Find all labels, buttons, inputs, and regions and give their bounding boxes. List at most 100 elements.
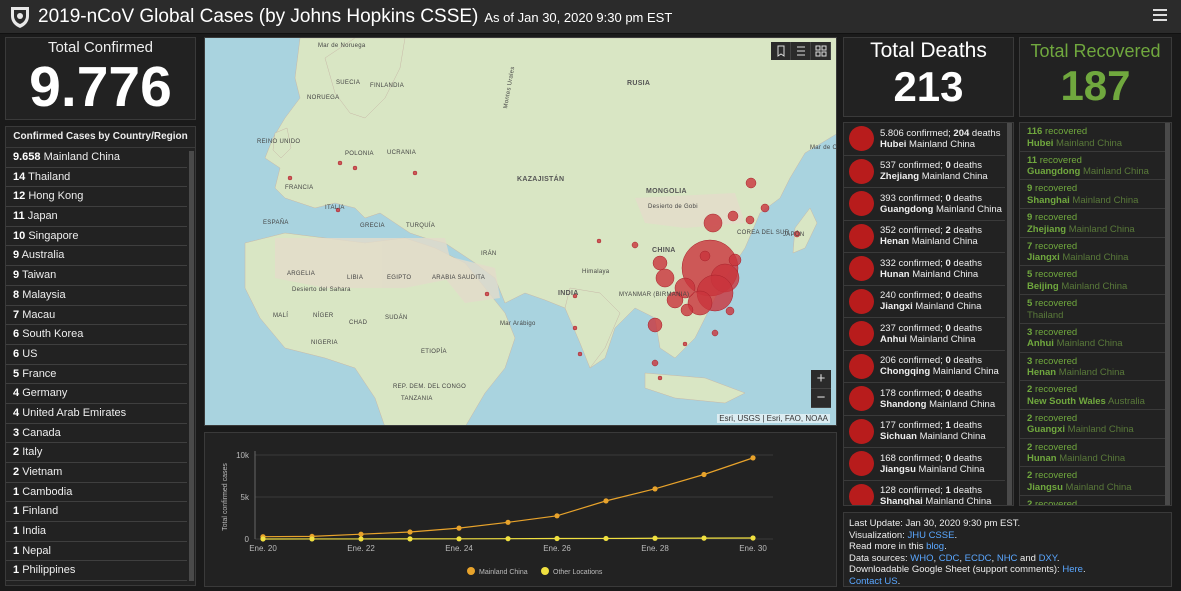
- dxy-link[interactable]: DXY: [1039, 553, 1057, 564]
- case-bubble[interactable]: [711, 329, 719, 337]
- case-bubble[interactable]: [703, 213, 723, 233]
- map-view[interactable]: Mar de Noruega SUECIA FINLANDIA NORUEGA RUSI…: [204, 37, 837, 426]
- case-bubble[interactable]: [760, 203, 770, 213]
- province-name: Hubei: [880, 138, 907, 150]
- case-bubble[interactable]: [655, 268, 675, 288]
- country-row[interactable]: 2 Vietnam: [6, 463, 187, 483]
- cdc-link[interactable]: CDC: [939, 553, 960, 564]
- country-row[interactable]: 9.658 Mainland China: [6, 148, 187, 168]
- country-row[interactable]: 3 Canada: [6, 424, 187, 444]
- case-bubble[interactable]: [651, 359, 659, 367]
- deaths-row[interactable]: 206 confirmed; 0 deaths Chongqing Mainlan…: [844, 351, 1005, 383]
- deaths-row[interactable]: 178 confirmed; 0 deaths Shandong Mainland…: [844, 383, 1005, 416]
- recovered-row[interactable]: 7 recovered Jiangxi Mainland China: [1020, 238, 1165, 267]
- deaths-row[interactable]: 177 confirmed; 1 deaths Sichuan Mainland …: [844, 416, 1005, 448]
- case-bubble[interactable]: [572, 325, 578, 331]
- zoom-in-button[interactable]: +: [811, 370, 831, 389]
- country-row[interactable]: 1 Cambodia: [6, 483, 187, 503]
- country-name: Mainland China: [932, 366, 999, 378]
- country-count: 6: [13, 347, 20, 360]
- country-row[interactable]: 6 South Korea: [6, 325, 187, 345]
- case-bubble[interactable]: [682, 341, 688, 347]
- ecdc-link[interactable]: ECDC: [965, 553, 992, 564]
- recovered-row[interactable]: 2 recovered Jiangsu Mainland China: [1020, 467, 1165, 496]
- deaths-row[interactable]: 393 confirmed; 0 deaths Guangdong Mainlan…: [844, 188, 1005, 221]
- case-bubble[interactable]: [727, 210, 739, 222]
- case-bubble[interactable]: [287, 175, 293, 181]
- country-row[interactable]: 1 India: [6, 522, 187, 542]
- country-row[interactable]: 7 Macau: [6, 306, 187, 326]
- deaths-row[interactable]: 352 confirmed; 2 deaths Henan Mainland Ch…: [844, 221, 1005, 253]
- country-row[interactable]: 4 United Arab Emirates: [6, 404, 187, 424]
- deaths-row[interactable]: 128 confirmed; 1 deaths Shanghai Mainland…: [844, 481, 1005, 505]
- country-row[interactable]: 9 Australia: [6, 246, 187, 267]
- case-bubble[interactable]: [745, 215, 755, 225]
- case-bubble[interactable]: [352, 165, 358, 171]
- map-label: MALÍ: [273, 313, 289, 319]
- case-bubble[interactable]: [699, 250, 711, 262]
- contact-us-link[interactable]: Contact US: [849, 576, 898, 587]
- map-label: SUECIA: [336, 80, 361, 86]
- recovered-row[interactable]: 9 recovered Zhejiang Mainland China: [1020, 209, 1165, 238]
- case-bubble[interactable]: [728, 253, 742, 267]
- case-bubble[interactable]: [652, 255, 668, 271]
- google-sheet-link[interactable]: Here: [1062, 564, 1083, 575]
- deaths-row[interactable]: 168 confirmed; 0 deaths Jiangsu Mainland …: [844, 448, 1005, 481]
- chart-y-tick-label: 0: [245, 535, 250, 544]
- recovered-row[interactable]: 2 recovered Hunan Mainland China: [1020, 439, 1165, 468]
- case-bubble[interactable]: [745, 177, 757, 189]
- country-row[interactable]: 14 Thailand: [6, 168, 187, 188]
- country-row[interactable]: 1 Philippines: [6, 561, 187, 582]
- case-bubble[interactable]: [596, 238, 602, 244]
- case-bubble[interactable]: [647, 317, 663, 333]
- country-row[interactable]: 11 Japan: [6, 207, 187, 227]
- country-row[interactable]: 8 Malaysia: [6, 286, 187, 306]
- case-bubble[interactable]: [577, 351, 583, 357]
- case-bubble[interactable]: [337, 160, 343, 166]
- country-row[interactable]: 1 Finland: [6, 502, 187, 523]
- country-row[interactable]: 5 France: [6, 365, 187, 385]
- case-bubble[interactable]: [631, 241, 639, 249]
- country-row[interactable]: 6 US: [6, 345, 187, 365]
- country-name: Mainland China: [1072, 194, 1139, 206]
- case-bubble[interactable]: [680, 303, 694, 317]
- recovered-row[interactable]: 11 recovered Guangdong Mainland China: [1020, 152, 1165, 181]
- country-list-scrollbar[interactable]: [189, 151, 194, 581]
- recovered-list-scrollbar[interactable]: [1165, 123, 1170, 505]
- recovered-row[interactable]: 5 recovered Beijing Mainland China: [1020, 266, 1165, 296]
- country-row[interactable]: 12 Hong Kong: [6, 187, 187, 208]
- recovered-row[interactable]: 2 recovered: [1020, 496, 1165, 505]
- blog-link[interactable]: blog: [926, 541, 944, 552]
- nhc-link[interactable]: NHC: [997, 553, 1018, 564]
- recovered-row[interactable]: 116 recovered Hubei Mainland China: [1020, 123, 1165, 152]
- deaths-row[interactable]: 237 confirmed; 0 deaths Anhui Mainland Ch…: [844, 318, 1005, 351]
- zoom-out-button[interactable]: −: [811, 389, 831, 408]
- recovered-row[interactable]: 3 recovered Henan Mainland China: [1020, 353, 1165, 382]
- country-row[interactable]: 2 Italy: [6, 443, 187, 463]
- recovered-row[interactable]: 9 recovered Shanghai Mainland China: [1020, 180, 1165, 210]
- recovered-row[interactable]: 3 recovered Anhui Mainland China: [1020, 324, 1165, 353]
- recovered-row[interactable]: 5 recovered Thailand: [1020, 295, 1165, 324]
- deaths-row[interactable]: 5.806 confirmed; 204 deaths Hubei Mainlan…: [844, 123, 1005, 156]
- jhu-csse-link[interactable]: JHU CSSE: [907, 530, 954, 541]
- deaths-row[interactable]: 332 confirmed; 0 deaths Hunan Mainland Ch…: [844, 253, 1005, 286]
- hamburger-menu-icon[interactable]: [1153, 9, 1167, 23]
- map-label: GRECIA: [360, 223, 385, 229]
- deaths-list-scrollbar[interactable]: [1007, 123, 1012, 505]
- deaths-row[interactable]: 537 confirmed; 0 deaths Zhejiang Mainland…: [844, 156, 1005, 188]
- qr-grid-icon[interactable]: [811, 42, 831, 60]
- who-link[interactable]: WHO: [910, 553, 933, 564]
- bookmark-icon[interactable]: [771, 42, 791, 60]
- recovered-row[interactable]: 2 recovered New South Wales Australia: [1020, 381, 1165, 410]
- case-bubble[interactable]: [657, 375, 663, 381]
- country-row[interactable]: 10 Singapore: [6, 227, 187, 247]
- country-row[interactable]: 4 Germany: [6, 384, 187, 404]
- recovered-row[interactable]: 2 recovered Guangxi Mainland China: [1020, 410, 1165, 439]
- case-bubble[interactable]: [725, 306, 735, 316]
- list-icon[interactable]: [791, 42, 811, 60]
- case-bubble[interactable]: [412, 170, 418, 176]
- country-row[interactable]: 1 Nepal: [6, 542, 187, 562]
- deaths-row[interactable]: 240 confirmed; 0 deaths Jiangxi Mainland …: [844, 286, 1005, 318]
- case-bubble[interactable]: [484, 291, 490, 297]
- country-row[interactable]: 9 Taiwan: [6, 266, 187, 286]
